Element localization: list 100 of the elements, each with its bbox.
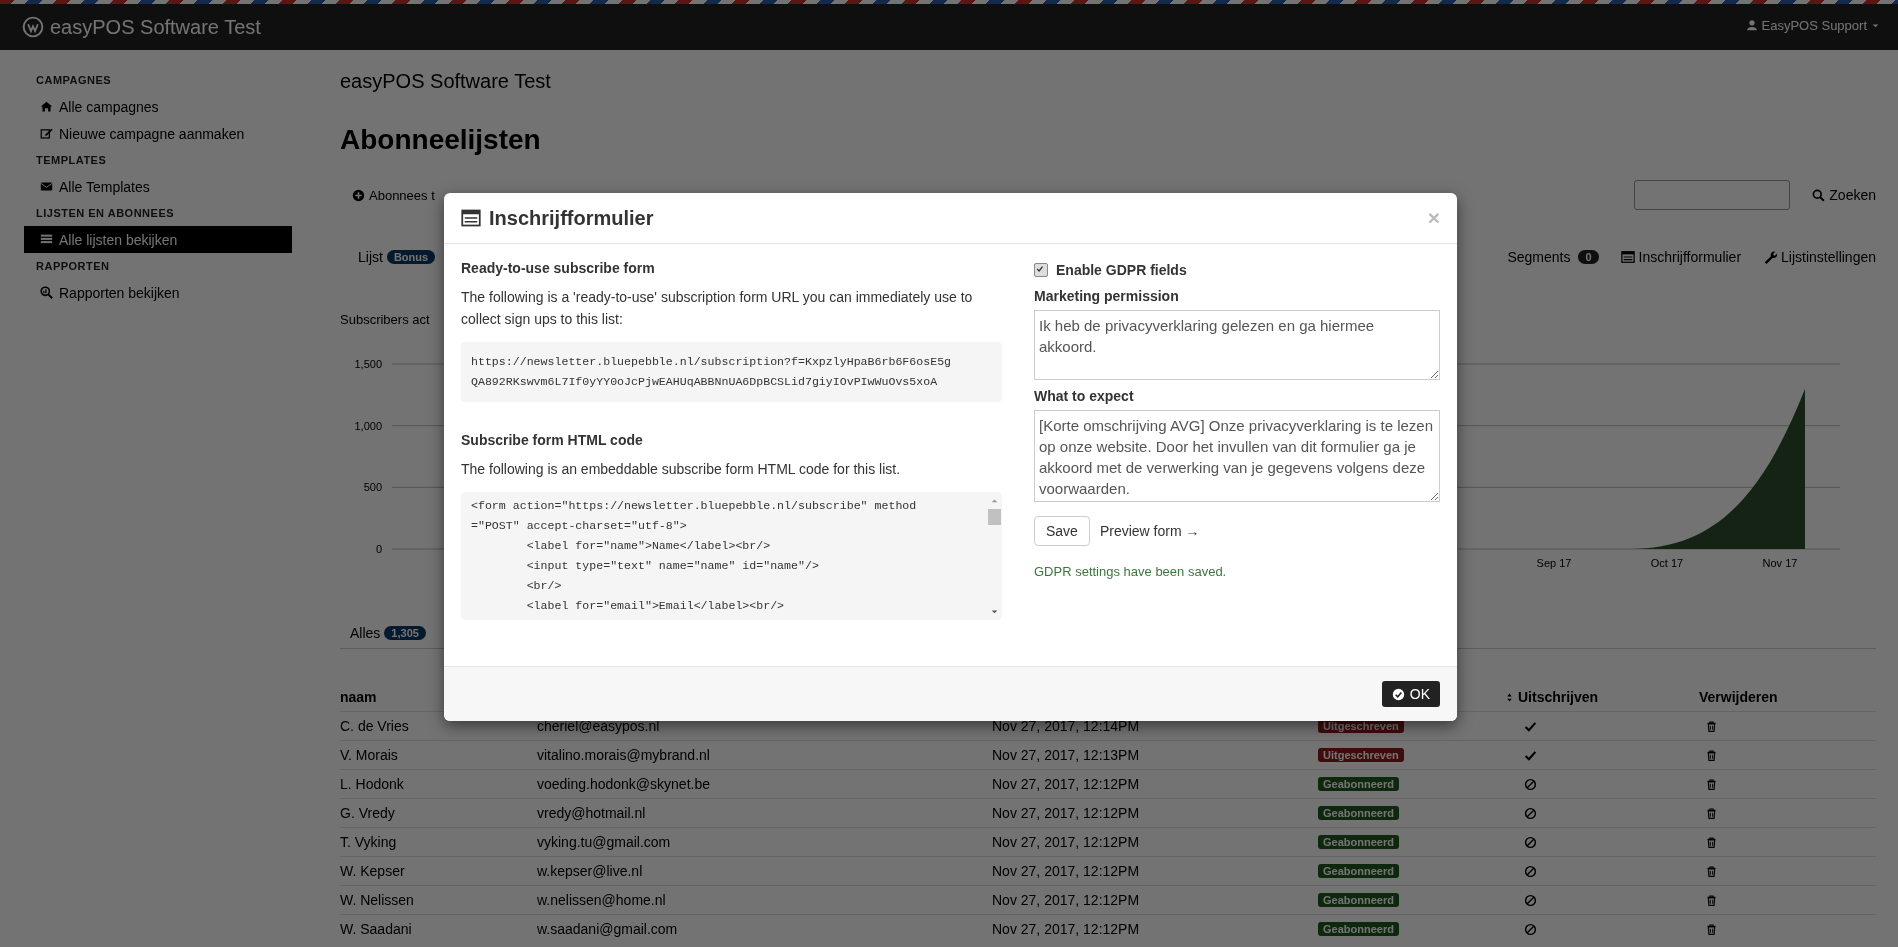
table-cell-text: L. Hodonk	[340, 776, 405, 792]
search-icon	[1812, 188, 1826, 202]
field-label: Marketing permission	[1034, 288, 1180, 304]
expectation-text-field[interactable]: [Korte omschrijving AVG] Onze privacyverklaring is te lezen op onze website. Door het invullen van dit formulier ga je akkoord met de verwerking van je gegevens volgens deze voorwaarden.	[1034, 410, 1440, 502]
plus-circle-icon	[352, 188, 365, 202]
checkbox-label: Enable GDPR fields	[1056, 262, 1187, 278]
table-cell-text: vredy@hotmail.nl	[537, 805, 647, 821]
table-cell-text: vitalino.morais@mybrand.nl	[537, 747, 711, 763]
table-cell-text: w.saadani@gmail.com	[537, 921, 679, 937]
home-icon	[40, 100, 53, 113]
x-axis-label: Nov 17	[1762, 557, 1798, 569]
save-button[interactable]: Save	[1034, 516, 1090, 546]
trash-icon	[1705, 835, 1718, 849]
list-tab[interactable]: Segments	[1507, 249, 1571, 265]
page-title: Abonneelijsten	[340, 124, 542, 157]
ban-icon	[1524, 777, 1537, 791]
sidebar-heading: LIJSTEN EN ABONNEES	[35, 206, 176, 221]
table-cell-text: w.nelissen@home.nl	[537, 892, 667, 908]
brand-name[interactable]: easyPOS Software Test	[50, 15, 261, 39]
ban-icon	[1524, 864, 1537, 878]
user-icon	[1745, 19, 1758, 31]
toolbar-link[interactable]: Abonnees t	[352, 187, 435, 203]
permission-text-field[interactable]: Ik heb de privacyverklaring gelezen en ga hiermee akkoord.	[1034, 310, 1440, 380]
code-line: <input type="text" name="name" id="name"/>	[525, 558, 820, 574]
sidebar-item[interactable]: Nieuwe campagne aanmaken	[24, 120, 292, 147]
list-badge: Bonus	[386, 250, 436, 264]
trash-icon	[1705, 864, 1718, 878]
sidebar-item[interactable]: Alle Templates	[24, 173, 292, 200]
description-text: The following is a 'ready-to-use' subscription form URL you can immediately use to collect sign ups to this list:	[461, 288, 974, 329]
table-cell-text: Nov 27, 2017, 12:13PM	[992, 747, 1141, 763]
check-circle-icon	[1391, 687, 1405, 701]
wrench-icon	[1763, 250, 1778, 264]
success-message: GDPR settings have been saved.	[1034, 564, 1228, 579]
trash-icon	[1705, 719, 1718, 733]
section-heading: Subscribe form HTML code	[461, 432, 644, 448]
ban-icon	[1524, 835, 1537, 849]
code-line: <br/>	[525, 578, 563, 594]
table-cell-text: V. Morais	[340, 747, 399, 763]
list-icon	[40, 233, 53, 246]
trash-icon	[1705, 777, 1718, 791]
table-cell-text: W. Kepser	[340, 863, 406, 879]
code-line: <label for="email">Email</label><br/>	[525, 598, 786, 614]
ban-icon	[1524, 806, 1537, 820]
form-icon	[461, 208, 481, 228]
list-tab[interactable]: Inschrijfformulier	[1638, 249, 1742, 265]
table-cell-text: Nov 27, 2017, 12:12PM	[992, 834, 1141, 850]
sidebar-heading: CAMPAGNES	[35, 73, 113, 88]
magnifier-chart-icon	[40, 286, 53, 299]
table-cell-text: vyking.tu@gmail.com	[537, 834, 672, 850]
table-cell-text: Nov 27, 2017, 12:12PM	[992, 776, 1141, 792]
sidebar-item[interactable]: Alle lijsten bekijken	[24, 226, 292, 253]
sidebar-heading: TEMPLATES	[35, 153, 108, 168]
table-cell-text: w.kepser@live.nl	[537, 863, 644, 879]
status-badge: Uitgeschreven	[1318, 748, 1404, 762]
caret-icon	[989, 607, 999, 616]
y-axis-label: 0	[375, 543, 382, 555]
field-label: What to expect	[1034, 388, 1135, 404]
sidebar-heading: RAPPORTEN	[35, 259, 111, 274]
x-axis-label: Oct 17	[1650, 557, 1684, 569]
search-field[interactable]	[1634, 180, 1791, 210]
list-tab[interactable]: Lijstinstellingen	[1781, 249, 1876, 265]
status-badge: Geabonneerd	[1318, 806, 1399, 820]
sidebar-item[interactable]: Rapporten bekijken	[24, 279, 292, 306]
table-cell-text: T. Vyking	[340, 834, 398, 850]
user-menu[interactable]: EasyPOS Support	[1745, 17, 1880, 33]
scrollbar-thumb[interactable]	[987, 509, 1001, 525]
ban-icon	[1524, 922, 1537, 936]
modal-title: Inschrijfformulier	[489, 206, 654, 230]
column-header: Uitschrijven	[1518, 689, 1599, 705]
page-subtitle: easyPOS Software Test	[340, 70, 552, 94]
sidebar-item[interactable]: Alle campagnes	[24, 93, 292, 120]
column-header: naam	[340, 689, 377, 705]
table-cell-text: voeding.hodonk@skynet.be	[537, 776, 711, 792]
checkmark-icon	[1524, 748, 1537, 762]
x-axis-label: Sep 17	[1536, 557, 1572, 569]
code-line: ="POST" accept-charset="utf-8">	[471, 518, 688, 534]
count-badge: 0	[1578, 250, 1599, 264]
table-cell-text: G. Vredy	[340, 805, 396, 821]
envelope-icon	[40, 180, 53, 193]
code-line: <label for="name">Name</label><br/>	[525, 538, 772, 554]
filter-tab[interactable]: Alles	[350, 625, 381, 641]
table-cell-text: Nov 27, 2017, 12:12PM	[992, 863, 1141, 879]
search-button[interactable]: Zoeken	[1812, 187, 1876, 203]
code-line: https://newsletter.bluepebble.nl/subscription?f=KxpzlyHpaB6rb6F6osE5g	[471, 354, 953, 370]
y-axis-label: 1,500	[354, 358, 382, 370]
list-label: Lijst	[358, 249, 383, 265]
trash-icon	[1705, 748, 1718, 762]
status-badge: Geabonneerd	[1318, 835, 1399, 849]
ok-button[interactable]: OK	[1381, 681, 1440, 707]
status-badge: Geabonneerd	[1318, 777, 1399, 791]
trash-icon	[1705, 893, 1718, 907]
status-badge: Geabonneerd	[1318, 864, 1399, 878]
checkbox[interactable]	[1034, 263, 1048, 277]
preview-form-link[interactable]: Preview form →	[1099, 523, 1200, 539]
table-cell-text: cheriel@easypos.nl	[537, 718, 661, 734]
y-axis-label: 1,000	[354, 419, 382, 432]
status-badge: Geabonneerd	[1318, 893, 1399, 907]
checkmark-icon	[1524, 719, 1537, 733]
table-cell-text: Nov 27, 2017, 12:12PM	[992, 805, 1141, 821]
chart-caption: Subscribers act	[340, 312, 430, 329]
